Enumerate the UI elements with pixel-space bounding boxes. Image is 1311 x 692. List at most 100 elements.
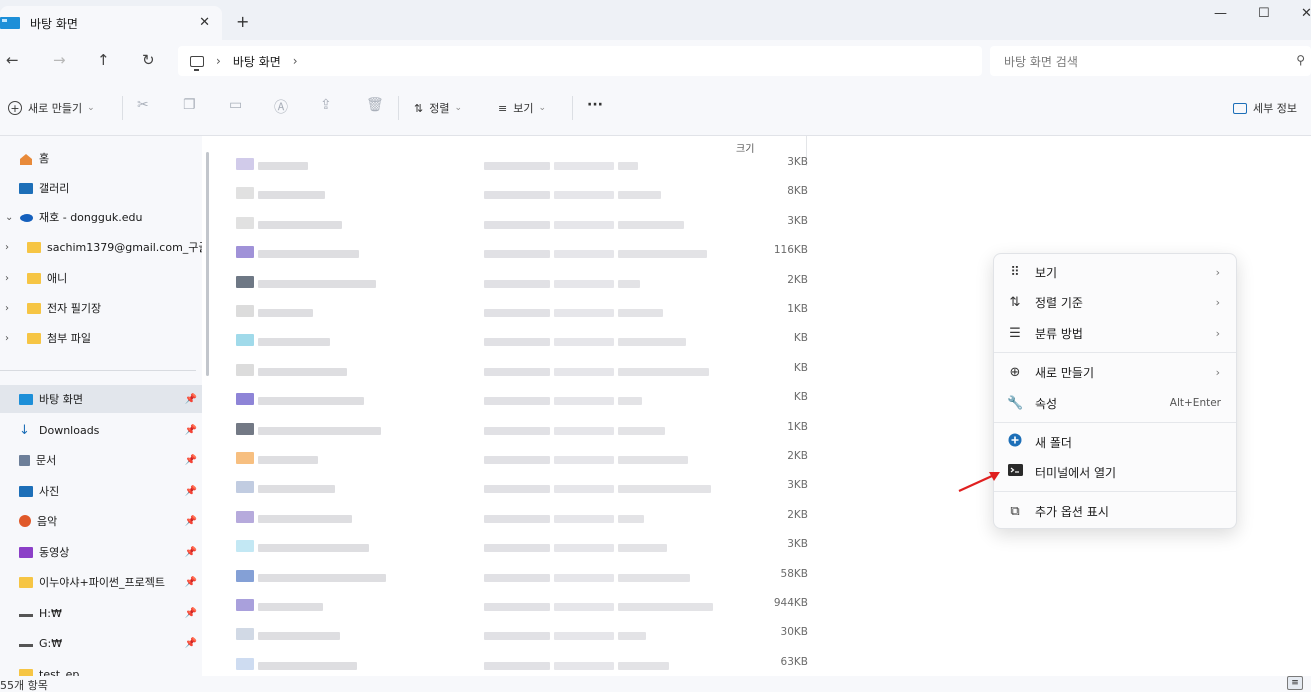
- maximize-button[interactable]: ☐: [1258, 6, 1270, 21]
- menu-item-group-by[interactable]: ☰ 분류 방법 ›: [994, 318, 1236, 348]
- blurred-file-detail: [618, 250, 707, 259]
- file-row[interactable]: 3KB: [236, 152, 808, 174]
- pin-icon[interactable]: 📌: [185, 425, 197, 436]
- sort-button[interactable]: ⇅ 정렬 ⌄: [414, 100, 462, 116]
- sidebar-item-videos[interactable]: 동영상 📌: [0, 538, 202, 566]
- sidebar-item-anime[interactable]: › 애니: [0, 264, 202, 292]
- chevron-down-icon[interactable]: ⌄: [5, 212, 13, 223]
- pin-icon[interactable]: 📌: [185, 516, 197, 527]
- cut-icon[interactable]: ✂: [137, 97, 149, 113]
- sidebar-item-desktop[interactable]: 바탕 화면 📌: [0, 385, 202, 413]
- pin-icon[interactable]: 📌: [185, 547, 197, 558]
- file-row[interactable]: 3KB: [236, 475, 808, 497]
- file-row[interactable]: 3KB: [236, 211, 808, 233]
- pin-icon[interactable]: 📌: [185, 486, 197, 497]
- file-row[interactable]: 58KB: [236, 564, 808, 586]
- breadcrumb-separator[interactable]: ›: [293, 54, 298, 68]
- menu-item-properties[interactable]: 🔧 속성 Alt+Enter: [994, 388, 1236, 418]
- menu-item-new[interactable]: ⊕ 새로 만들기 ›: [994, 357, 1236, 387]
- copy-icon[interactable]: ❐: [183, 97, 196, 113]
- sidebar-item-downloads[interactable]: ↓ Downloads 📌: [0, 416, 202, 444]
- more-options-button[interactable]: ···: [587, 97, 603, 113]
- item-count: 55개 항목: [0, 679, 48, 692]
- forward-button[interactable]: →: [53, 51, 66, 69]
- menu-item-view[interactable]: ⠿ 보기 ›: [994, 257, 1236, 287]
- chevron-right-icon[interactable]: ›: [5, 303, 9, 314]
- menu-divider: [994, 352, 1236, 353]
- sidebar-item-gallery[interactable]: 갤러리: [0, 174, 202, 202]
- file-size: 3KB: [787, 479, 808, 492]
- close-window-button[interactable]: ✕: [1301, 6, 1311, 21]
- file-size: 58KB: [780, 567, 808, 580]
- menu-item-label: 정렬 기준: [1035, 295, 1083, 310]
- view-button[interactable]: ≡ 보기 ⌄: [498, 100, 546, 116]
- this-pc-icon[interactable]: [190, 55, 204, 71]
- minimize-button[interactable]: —: [1214, 6, 1227, 21]
- file-row[interactable]: 2KB: [236, 505, 808, 527]
- menu-item-more-options[interactable]: ⧉ 추가 옵션 표시: [994, 496, 1236, 526]
- file-row[interactable]: 116KB: [236, 240, 808, 262]
- tab-desktop[interactable]: 바탕 화면 ✕: [0, 6, 222, 40]
- sidebar-item-drive-h[interactable]: H:₩ 📌: [0, 599, 202, 627]
- file-row[interactable]: 944KB: [236, 593, 808, 615]
- file-row[interactable]: 1KB: [236, 417, 808, 439]
- menu-item-sort[interactable]: ⇅ 정렬 기준 ›: [994, 287, 1236, 317]
- refresh-button[interactable]: ↻: [142, 51, 155, 69]
- share-icon[interactable]: ⇪: [320, 97, 332, 113]
- sidebar-item-notebooks[interactable]: › 전자 필기장: [0, 294, 202, 322]
- sidebar-item-project-folder[interactable]: 이누야샤+파이썬_프로젝트 📌: [0, 568, 202, 596]
- file-row[interactable]: 2KB: [236, 446, 808, 468]
- up-button[interactable]: ↑: [97, 51, 110, 69]
- breadcrumb-desktop[interactable]: 바탕 화면: [233, 53, 281, 70]
- pin-icon[interactable]: 📌: [185, 394, 197, 405]
- sidebar-item-label: sachim1379@gmail.com_구글: [47, 241, 202, 254]
- sidebar-item-home[interactable]: 홈: [0, 144, 202, 172]
- pin-icon[interactable]: 📌: [185, 608, 197, 619]
- file-row[interactable]: KB: [236, 358, 808, 380]
- blurred-file-detail: [618, 367, 709, 376]
- file-row[interactable]: KB: [236, 387, 808, 409]
- file-row[interactable]: 1KB: [236, 299, 808, 321]
- sidebar-item-documents[interactable]: 문서 📌: [0, 446, 202, 474]
- file-row[interactable]: 2KB: [236, 270, 808, 292]
- menu-item-open-terminal[interactable]: 터미널에서 열기: [994, 457, 1236, 487]
- search-icon[interactable]: ⚲: [1296, 53, 1305, 67]
- file-row[interactable]: 3KB: [236, 534, 808, 556]
- sidebar-item-attachments[interactable]: › 첨부 파일: [0, 324, 202, 352]
- file-row[interactable]: 30KB: [236, 622, 808, 644]
- chevron-right-icon[interactable]: ›: [5, 273, 9, 284]
- back-button[interactable]: ←: [6, 51, 19, 69]
- sidebar-item-music[interactable]: 음악 📌: [0, 507, 202, 535]
- blurred-file-detail: [484, 220, 550, 229]
- chevron-right-icon[interactable]: ›: [5, 333, 9, 344]
- file-row[interactable]: 8KB: [236, 181, 808, 203]
- sidebar-item-test-ep[interactable]: test_ep: [0, 660, 202, 676]
- details-view-icon[interactable]: ≡: [1287, 676, 1303, 690]
- sidebar-scrollbar[interactable]: [206, 152, 209, 376]
- sidebar-item-onedrive[interactable]: ⌄ 재호 - dongguk.edu: [0, 203, 202, 231]
- file-row[interactable]: 63KB: [236, 652, 808, 674]
- blurred-file-detail: [484, 603, 550, 611]
- sidebar-item-google-folder[interactable]: › sachim1379@gmail.com_구글: [0, 233, 202, 261]
- pin-icon[interactable]: 📌: [185, 577, 197, 588]
- paste-icon[interactable]: ▭: [229, 97, 242, 113]
- pin-icon[interactable]: 📌: [185, 455, 197, 466]
- details-pane-button[interactable]: 세부 정보: [1233, 100, 1297, 116]
- pin-icon[interactable]: 📌: [185, 638, 197, 649]
- close-tab-icon[interactable]: ✕: [199, 15, 210, 30]
- file-size: 3KB: [787, 538, 808, 551]
- chevron-right-icon[interactable]: ›: [5, 242, 9, 253]
- folder-icon: [27, 332, 41, 344]
- address-bar[interactable]: › 바탕 화면 ›: [178, 46, 982, 76]
- sidebar-item-drive-g[interactable]: G:₩ 📌: [0, 629, 202, 657]
- sidebar-item-pictures[interactable]: 사진 📌: [0, 477, 202, 505]
- breadcrumb-separator[interactable]: ›: [216, 54, 221, 68]
- new-tab-button[interactable]: +: [236, 12, 249, 31]
- menu-item-new-folder[interactable]: 새 폴더: [994, 427, 1236, 457]
- rename-icon[interactable]: Ⓐ: [274, 97, 288, 117]
- search-box[interactable]: 바탕 화면 검색 ⚲: [990, 46, 1311, 76]
- delete-icon[interactable]: 🗑: [366, 97, 384, 113]
- file-row[interactable]: KB: [236, 328, 808, 350]
- new-button[interactable]: + 새로 만들기 ⌄: [8, 100, 95, 116]
- blurred-file-detail: [554, 367, 614, 376]
